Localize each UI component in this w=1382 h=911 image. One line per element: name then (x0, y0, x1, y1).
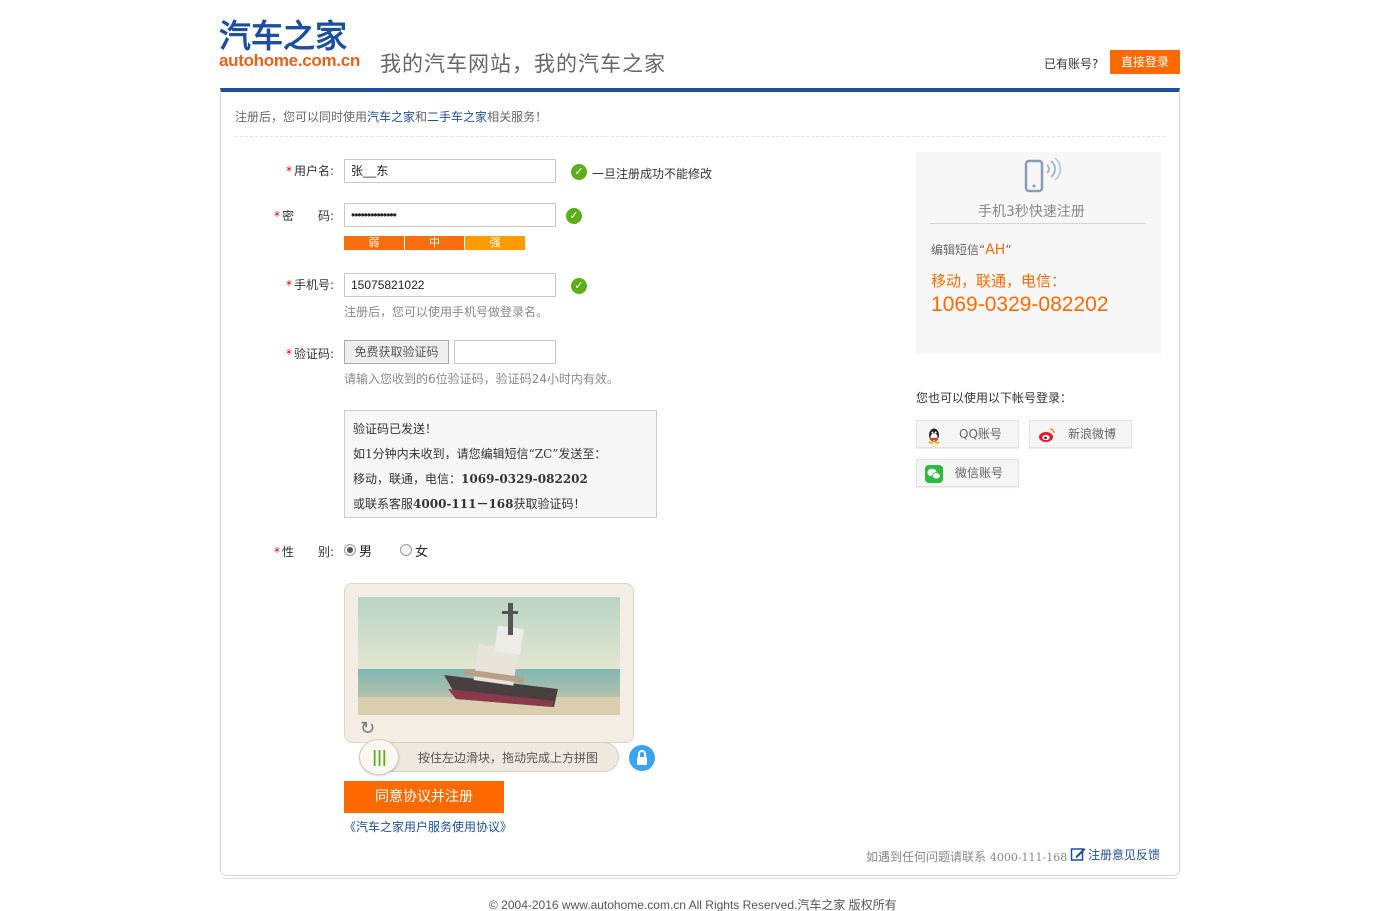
gender-male-label[interactable]: 男 (359, 541, 372, 560)
sms-code-line: 编辑短信“AH” (931, 242, 1012, 258)
username-ok-text: 一旦注册成功不能修改 (592, 167, 713, 181)
gender-male-radio[interactable] (344, 544, 356, 556)
tip-site-used-car: 二手车之家 (427, 110, 488, 124)
username-ok-icon: ✓ (571, 164, 587, 180)
sms-notice-line1: 验证码已发送！ (353, 422, 438, 436)
social-login-title: 您也可以使用以下帐号登录： (916, 391, 1073, 405)
logo-chinese: 汽车之家 (219, 17, 348, 55)
copyright: © 2004-2016 www.autohome.com.cn All Righ… (489, 898, 897, 911)
lock-icon (629, 745, 655, 771)
weibo-icon (1038, 426, 1056, 444)
site-logo[interactable]: 汽车之家 autohome.com.cn (219, 18, 360, 70)
wechat-login-label: 微信账号 (955, 466, 1004, 480)
divider (235, 136, 1165, 137)
sms-notice-line3: 移动，联通，电信：1069-0329-082202 (353, 472, 588, 486)
wechat-icon (925, 465, 943, 483)
tip-site-autohome: 汽车之家 (367, 110, 416, 124)
logo-domain: autohome.com.cn (219, 51, 360, 70)
panel-bottom-edge (222, 876, 1178, 879)
gender-label: * 性 别: (273, 545, 334, 559)
code-label: * 验证码: (285, 347, 334, 361)
sms-notice-line2: 如1分钟内未收到，请您编辑短信“ZC”发送至： (353, 447, 607, 461)
tip-suffix: 相关服务！ (487, 110, 548, 124)
edit-icon (1070, 846, 1086, 865)
sms-notice-line4: 或联系客服4000-111－168获取验证码！ (353, 497, 586, 511)
code-input[interactable] (454, 340, 556, 364)
captcha-slider-text: 按住左边滑块，拖动完成上方拼图 (418, 751, 599, 765)
have-account-text: 已有账号? (1044, 57, 1099, 71)
tip-mid: 和 (415, 110, 428, 124)
strength-medium: 中 (404, 236, 465, 250)
feedback-label: 注册意见反馈 (1088, 848, 1161, 862)
password-input[interactable]: •••••••••••••• (344, 203, 556, 227)
direct-login-button[interactable]: 直接登录 (1110, 50, 1180, 74)
phone-register-divider (930, 223, 1146, 224)
strength-strong: 强 (465, 236, 526, 250)
phone-input[interactable]: 15075821022 (344, 273, 556, 297)
register-tip: 注册后，您可以同时使用汽车之家和二手车之家相关服务！ (235, 108, 547, 125)
wechat-login-button[interactable]: 微信账号 (916, 459, 1019, 487)
sms-sent-notice: 验证码已发送！ 如1分钟内未收到，请您编辑短信“ZC”发送至： 移动，联通，电信… (344, 410, 657, 518)
password-label: * 密 码: (273, 209, 334, 223)
qq-login-label: QQ账号 (959, 427, 1002, 441)
gender-female-radio[interactable] (400, 544, 412, 556)
weibo-login-button[interactable]: 新浪微博 (1029, 420, 1132, 448)
phone-ok-icon: ✓ (571, 278, 587, 294)
feedback-link[interactable]: 注册意见反馈 (1070, 846, 1160, 865)
site-slogan: 我的汽车网站，我的汽车之家 (380, 52, 666, 76)
captcha-slider-handle[interactable]: ||| (359, 739, 399, 775)
qq-icon (925, 426, 943, 444)
get-code-button[interactable]: 免费获取验证码 (344, 340, 449, 364)
phone-hint: 注册后，您可以使用手机号做登录名。 (344, 305, 549, 319)
gender-female-label[interactable]: 女 (415, 541, 428, 560)
strength-weak: 弱 (344, 236, 404, 250)
username-input[interactable]: 张__东 (344, 159, 556, 183)
qq-login-button[interactable]: QQ账号 (916, 420, 1019, 448)
agree-register-button[interactable]: 同意协议并注册 (344, 781, 504, 813)
sms-number: 1069-0329-082202 (931, 293, 1109, 316)
captcha-image (358, 597, 620, 715)
carrier-line: 移动，联通，电信： (931, 272, 1067, 290)
user-agreement-link[interactable]: 《汽车之家用户服务使用协议》 (344, 818, 512, 835)
mobile-phone-icon (1024, 157, 1064, 196)
weibo-login-label: 新浪微博 (1068, 427, 1117, 441)
username-label: * 用户名: (285, 164, 334, 178)
captcha-refresh-icon[interactable]: ↻ (360, 718, 375, 739)
code-hint: 请输入您收到的6位验证码，验证码24小时内有效。 (344, 372, 619, 386)
tip-prefix: 注册后，您可以同时使用 (235, 110, 368, 124)
password-strength-meter: 弱 中 强 (344, 236, 526, 250)
phone-register-title: 手机3秒快速注册 (978, 204, 1085, 220)
phone-label: * 手机号: (285, 278, 334, 292)
password-ok-icon: ✓ (566, 208, 582, 224)
contact-line: 如遇到任何问题请联系 4000-111-168 (866, 850, 1068, 864)
